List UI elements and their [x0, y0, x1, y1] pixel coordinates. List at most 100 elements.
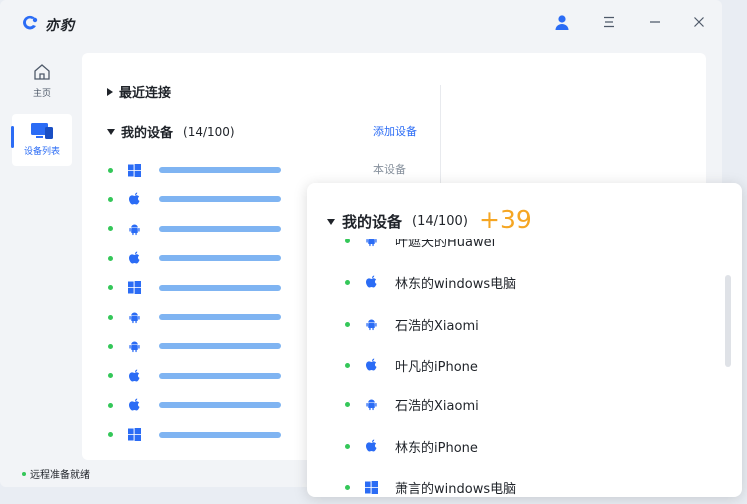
popup-device-row[interactable]: 叶遮天的Huawei — [345, 239, 495, 250]
sidebar-item-devices[interactable]: 设备列表 — [12, 114, 72, 166]
sidebar-item-label: 主页 — [32, 89, 51, 99]
popup-device-row[interactable]: 石浩的Xiaomi — [345, 394, 479, 414]
collapsed-arrow-icon — [107, 87, 113, 96]
blurred-device-name — [159, 284, 281, 291]
sidebar: 主页 设备列表 — [0, 44, 82, 464]
online-status-dot — [108, 343, 113, 349]
device-row[interactable] — [108, 192, 288, 206]
windows-icon — [127, 163, 141, 177]
device-name: 萧言的windows电脑 — [395, 481, 517, 497]
popup-scrollbar[interactable] — [725, 275, 731, 367]
online-status-dot — [108, 432, 113, 438]
close-button[interactable] — [689, 12, 709, 32]
device-name: 石浩的Xiaomi — [395, 398, 479, 414]
popup-device-row[interactable]: 林东的windows电脑 — [345, 272, 516, 292]
blurred-device-name — [159, 314, 281, 320]
popup-device-count: (14/100) — [412, 214, 468, 229]
sidebar-item-label: 设备列表 — [23, 147, 60, 157]
device-row[interactable] — [108, 281, 288, 295]
device-row[interactable] — [108, 251, 288, 265]
device-name: 石浩的Xiaomi — [395, 318, 479, 334]
windows-icon — [364, 480, 378, 494]
blurred-device-name — [159, 255, 281, 262]
sidebar-item-home[interactable]: 主页 — [12, 58, 72, 106]
popup-device-row[interactable]: 萧言的windows电脑 — [345, 477, 516, 497]
expanded-arrow-icon — [327, 218, 335, 225]
user-icon — [555, 15, 569, 30]
my-devices-toggle[interactable]: 我的设备 (14/100) — [107, 122, 235, 141]
online-status-dot — [345, 362, 350, 368]
section-title: 我的设备 — [121, 126, 174, 141]
title-bar: 亦豹 — [0, 0, 722, 44]
device-row[interactable] — [108, 369, 288, 383]
status-bar: 远程准备就绪 — [22, 466, 90, 481]
online-status-dot — [345, 321, 350, 327]
android-icon — [127, 222, 141, 236]
online-status-dot — [345, 401, 350, 407]
apple-icon — [364, 439, 378, 453]
home-icon — [34, 64, 50, 80]
device-row[interactable] — [108, 163, 288, 177]
blurred-device-name — [159, 167, 281, 173]
device-row[interactable] — [108, 222, 288, 236]
popup-device-row[interactable]: 叶凡的iPhone — [345, 355, 478, 375]
online-status-dot — [108, 255, 113, 261]
sidebar-active-indicator — [11, 126, 14, 148]
popup-device-row[interactable]: 石浩的Xiaomi — [345, 314, 479, 334]
online-status-dot — [108, 226, 113, 232]
online-status-dot — [345, 239, 350, 243]
blurred-device-name — [159, 431, 281, 438]
apple-icon — [127, 369, 141, 383]
device-row[interactable] — [108, 398, 288, 412]
popup-device-row[interactable]: 林东的iPhone — [345, 436, 478, 456]
section-title: 最近连接 — [119, 86, 172, 101]
recent-connections-toggle[interactable]: 最近连接 — [107, 82, 171, 101]
this-device-label: 本设备 — [373, 163, 406, 176]
blurred-device-name — [159, 225, 281, 232]
menu-button[interactable] — [599, 12, 619, 32]
online-status-dot — [345, 443, 350, 449]
popup-devices-toggle[interactable]: 我的设备 (14/100) — [327, 211, 468, 232]
online-status-dot — [108, 167, 113, 173]
device-list-popup: 我的设备 (14/100) +39 叶遮天的Huawei 林东的windows电脑… — [307, 183, 742, 497]
expanded-arrow-icon — [107, 128, 115, 135]
devices-icon — [31, 123, 53, 139]
online-status-dot — [345, 484, 350, 490]
android-icon — [364, 239, 378, 247]
logo-icon — [20, 14, 40, 36]
android-icon — [364, 397, 378, 411]
blurred-device-name — [159, 372, 281, 379]
user-avatar-button[interactable] — [552, 12, 572, 32]
device-row[interactable] — [108, 428, 288, 442]
popup-title: 我的设备 — [342, 213, 403, 231]
minimize-button[interactable] — [645, 12, 665, 32]
blurred-device-name — [159, 343, 281, 350]
apple-icon — [127, 251, 141, 265]
android-icon — [127, 310, 141, 324]
apple-icon — [127, 192, 141, 206]
menu-icon — [604, 16, 614, 28]
android-icon — [364, 317, 378, 331]
device-count: (14/100) — [183, 124, 235, 139]
app-title: 亦豹 — [45, 18, 75, 34]
online-status-dot — [108, 373, 113, 379]
blurred-device-name — [159, 402, 281, 409]
windows-icon — [127, 281, 141, 295]
device-name: 林东的windows电脑 — [395, 276, 517, 292]
device-row[interactable] — [108, 310, 288, 324]
app-logo: 亦豹 — [20, 14, 75, 36]
apple-icon — [364, 358, 378, 372]
online-status-dot — [108, 285, 113, 291]
more-count-badge: +39 — [479, 205, 532, 234]
online-status-dot — [108, 314, 113, 320]
apple-icon — [127, 398, 141, 412]
status-text: 远程准备就绪 — [30, 470, 90, 481]
status-dot — [22, 471, 26, 476]
close-icon — [694, 17, 704, 27]
minimize-icon — [650, 21, 660, 23]
blurred-device-name — [159, 196, 281, 203]
android-icon — [127, 339, 141, 353]
online-status-dot — [108, 402, 113, 408]
add-device-link[interactable]: 添加设备 — [373, 123, 417, 139]
device-row[interactable] — [108, 339, 288, 353]
